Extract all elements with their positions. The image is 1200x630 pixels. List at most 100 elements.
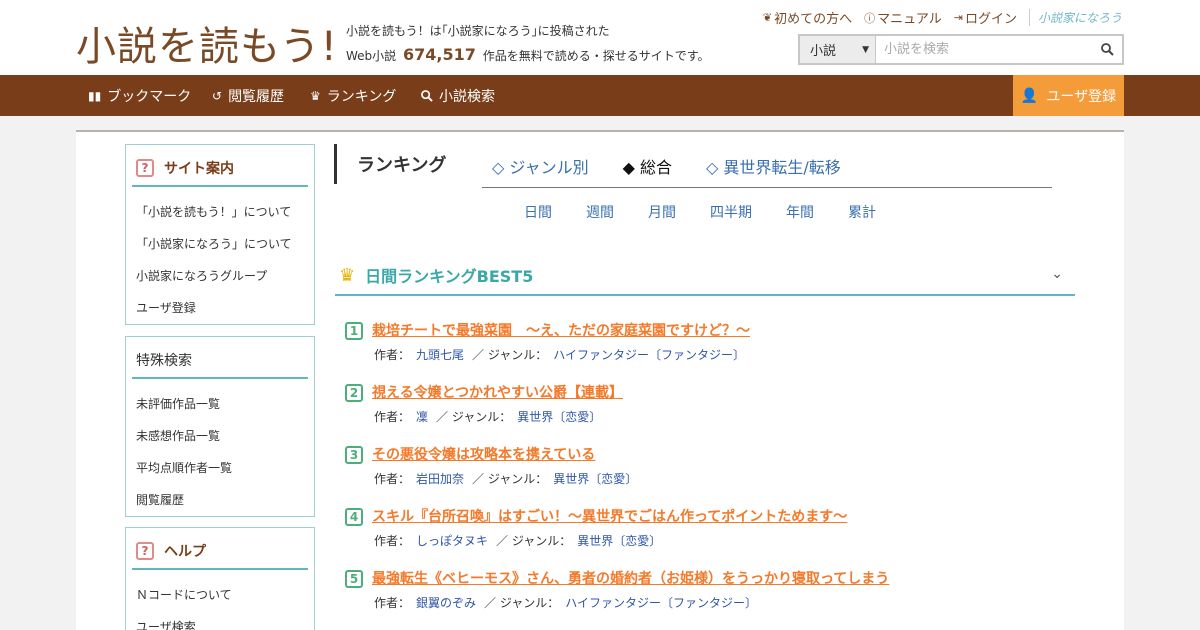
nav-register-button[interactable]: 👤 ユーザ登録 xyxy=(1013,75,1124,116)
nav-search[interactable]: 小説検索 xyxy=(421,75,495,116)
tab-overall[interactable]: ◆ 総合 xyxy=(623,154,672,178)
special-search-title: 特殊検索 xyxy=(136,353,192,369)
nav-ranking-label: ランキング xyxy=(326,88,397,105)
sidebar-site-guide: ? サイト案内 「小説を読もう！」について 「小説家になろう」について 小説家に… xyxy=(125,144,315,325)
rank-badge: 5 xyxy=(345,570,363,588)
narou-brand-link[interactable]: 小説家になろう xyxy=(1028,9,1122,26)
sidebar-link-register[interactable]: ユーザ登録 xyxy=(126,291,314,323)
period-monthly[interactable]: 月間 xyxy=(648,202,676,222)
site-logo[interactable]: 小説を読もう! xyxy=(76,14,338,72)
nav-ranking[interactable]: ♛ ランキング xyxy=(310,75,396,116)
search-input[interactable] xyxy=(876,36,1092,63)
search-icon xyxy=(1100,43,1114,56)
beginner-link-label: 初めての方へ xyxy=(774,12,853,27)
search-type-select[interactable]: 小説 ▼ xyxy=(800,36,876,63)
period-daily[interactable]: 日間 xyxy=(524,202,552,222)
question-icon: ? xyxy=(136,159,154,177)
period-yearly[interactable]: 年間 xyxy=(786,202,814,222)
rank-badge: 2 xyxy=(345,384,363,402)
genre-label: ／ ジャンル： xyxy=(472,348,548,362)
novel-title-link[interactable]: 最強転生《ベヒーモス》さん、勇者の婚約者（お姫様）をうっかり寝取ってしまう xyxy=(372,568,889,588)
ranking-heading: ランキング xyxy=(334,144,446,184)
help-title: ヘルプ xyxy=(164,544,206,560)
sidebar-link-about-narou[interactable]: 「小説家になろう」について xyxy=(126,227,314,259)
search-box: 小説 ▼ xyxy=(798,34,1124,65)
entry-meta: 作者： 銀翼のぞみ ／ ジャンル： ハイファンタジー〔ファンタジー〕 xyxy=(374,594,765,611)
period-total[interactable]: 累計 xyxy=(848,202,876,222)
tagline-line2: Web小説 674,517 作品を無料で読める・探せるサイトです。 xyxy=(346,43,710,68)
sidebar-link-ncode[interactable]: Ｎコードについて xyxy=(126,578,314,610)
rank-badge: 4 xyxy=(345,508,363,526)
nav-search-label: 小説検索 xyxy=(439,88,495,105)
genre-link[interactable]: 異世界〔恋愛〕 xyxy=(517,410,601,424)
novel-title-link[interactable]: スキル『台所召喚』はすごい！～異世界でごはん作ってポイントためます～ xyxy=(372,506,847,526)
period-quarterly[interactable]: 四半期 xyxy=(710,202,752,222)
sidebar-link-narou-group[interactable]: 小説家になろうグループ xyxy=(126,259,314,291)
nav-register-label: ユーザ登録 xyxy=(1046,88,1117,105)
author-link[interactable]: 岩田加奈 xyxy=(416,472,464,486)
sidebar-link-no-reviews[interactable]: 未感想作品一覧 xyxy=(126,419,314,451)
dropdown-arrow-icon: ▼ xyxy=(862,44,869,55)
ranking-periods: 日間 週間 月間 四半期 年間 累計 xyxy=(524,202,876,222)
genre-label: ／ ジャンル： xyxy=(472,472,548,486)
question-icon: ⓘ xyxy=(864,11,876,25)
beginner-icon: ❦ xyxy=(762,11,773,24)
author-link[interactable]: 九頭七尾 xyxy=(416,348,464,362)
best5-heading[interactable]: ♛ 日間ランキングBEST5 ⌄ xyxy=(335,256,1075,296)
user-icon: 👤 xyxy=(1020,87,1039,104)
site-guide-heading: ? サイト案内 xyxy=(132,151,308,187)
author-label: 作者： xyxy=(374,410,411,424)
special-search-heading: 特殊検索 xyxy=(132,343,308,379)
sidebar-special-search: 特殊検索 未評価作品一覧 未感想作品一覧 平均点順作者一覧 閲覧履歴 xyxy=(125,336,315,517)
tagline-line1: 小説を読もう！は｢小説家になろう｣に投稿された xyxy=(346,24,610,38)
manual-link[interactable]: ⓘ マニュアル xyxy=(864,8,942,28)
entry-meta: 作者： 岩田加奈 ／ ジャンル： 異世界〔恋愛〕 xyxy=(374,470,645,487)
question-icon: ? xyxy=(136,542,154,560)
genre-link[interactable]: 異世界〔恋愛〕 xyxy=(577,534,661,548)
novel-title-link[interactable]: 栽培チートで最強菜園 ～え、ただの家庭菜園ですけど？～ xyxy=(372,320,750,340)
sidebar-link-history[interactable]: 閲覧履歴 xyxy=(126,483,314,515)
login-icon: ⇥ xyxy=(953,11,963,24)
tab-genre[interactable]: ◇ ジャンル別 xyxy=(492,154,589,178)
manual-link-label: マニュアル xyxy=(877,12,942,27)
search-button[interactable] xyxy=(1092,36,1122,63)
author-label: 作者： xyxy=(374,534,411,548)
genre-link[interactable]: ハイファンタジー〔ファンタジー〕 xyxy=(553,348,745,362)
site-guide-title: サイト案内 xyxy=(164,161,234,177)
sidebar-help: ? ヘルプ Ｎコードについて ユーザ検索 xyxy=(125,527,315,630)
entry-meta: 作者： しっぽタヌキ ／ ジャンル： 異世界〔恋愛〕 xyxy=(374,532,669,549)
login-link-label: ログイン xyxy=(964,12,1017,27)
rank-badge: 3 xyxy=(345,446,363,464)
login-link[interactable]: ⇥ ログイン xyxy=(954,8,1017,27)
sidebar-link-user-search[interactable]: ユーザ検索 xyxy=(126,610,314,630)
author-link[interactable]: 凜 xyxy=(416,410,428,424)
author-link[interactable]: しっぽタヌキ xyxy=(416,534,488,548)
novel-title-link[interactable]: その悪役令嬢は攻略本を携えている xyxy=(372,444,595,464)
tab-isekai[interactable]: ◇ 異世界転生/転移 xyxy=(706,154,841,178)
history-icon: ↺ xyxy=(212,88,223,103)
rank-badge: 1 xyxy=(345,322,363,340)
novel-title-link[interactable]: 視える令嬢とつかれやすい公爵【連載】 xyxy=(372,382,623,402)
author-label: 作者： xyxy=(374,472,411,486)
nav-history-label: 閲覧履歴 xyxy=(228,88,285,105)
site-header: 小説を読もう! 小説を読もう！は｢小説家になろう｣に投稿された Web小説 67… xyxy=(0,0,1200,75)
sidebar-link-unrated[interactable]: 未評価作品一覧 xyxy=(126,387,314,419)
author-link[interactable]: 銀翼のぞみ xyxy=(416,596,476,610)
best5-title: 日間ランキングBEST5 xyxy=(365,267,534,286)
genre-link[interactable]: 異世界〔恋愛〕 xyxy=(553,472,637,486)
sidebar-link-author-average[interactable]: 平均点順作者一覧 xyxy=(126,451,314,483)
site-tagline: 小説を読もう！は｢小説家になろう｣に投稿された Web小説 674,517 作品… xyxy=(346,19,710,68)
sidebar-link-about-yomou[interactable]: 「小説を読もう！」について xyxy=(126,195,314,227)
crown-icon: ♛ xyxy=(339,264,356,286)
search-icon xyxy=(421,89,433,102)
content-area: ? サイト案内 「小説を読もう！」について 「小説家になろう」について 小説家に… xyxy=(76,130,1124,630)
tagline-prefix: Web小説 xyxy=(346,49,397,63)
chevron-down-icon[interactable]: ⌄ xyxy=(1051,266,1063,282)
nav-history[interactable]: ↺ 閲覧履歴 xyxy=(212,75,284,116)
entry-meta: 作者： 九頭七尾 ／ ジャンル： ハイファンタジー〔ファンタジー〕 xyxy=(374,346,753,363)
bookmark-icon: ▮▮ xyxy=(88,88,102,103)
nav-bookmark[interactable]: ▮▮ ブックマーク xyxy=(88,75,191,116)
beginner-link[interactable]: ❦ 初めての方へ xyxy=(763,8,852,27)
genre-link[interactable]: ハイファンタジー〔ファンタジー〕 xyxy=(565,596,757,610)
period-weekly[interactable]: 週間 xyxy=(586,202,614,222)
